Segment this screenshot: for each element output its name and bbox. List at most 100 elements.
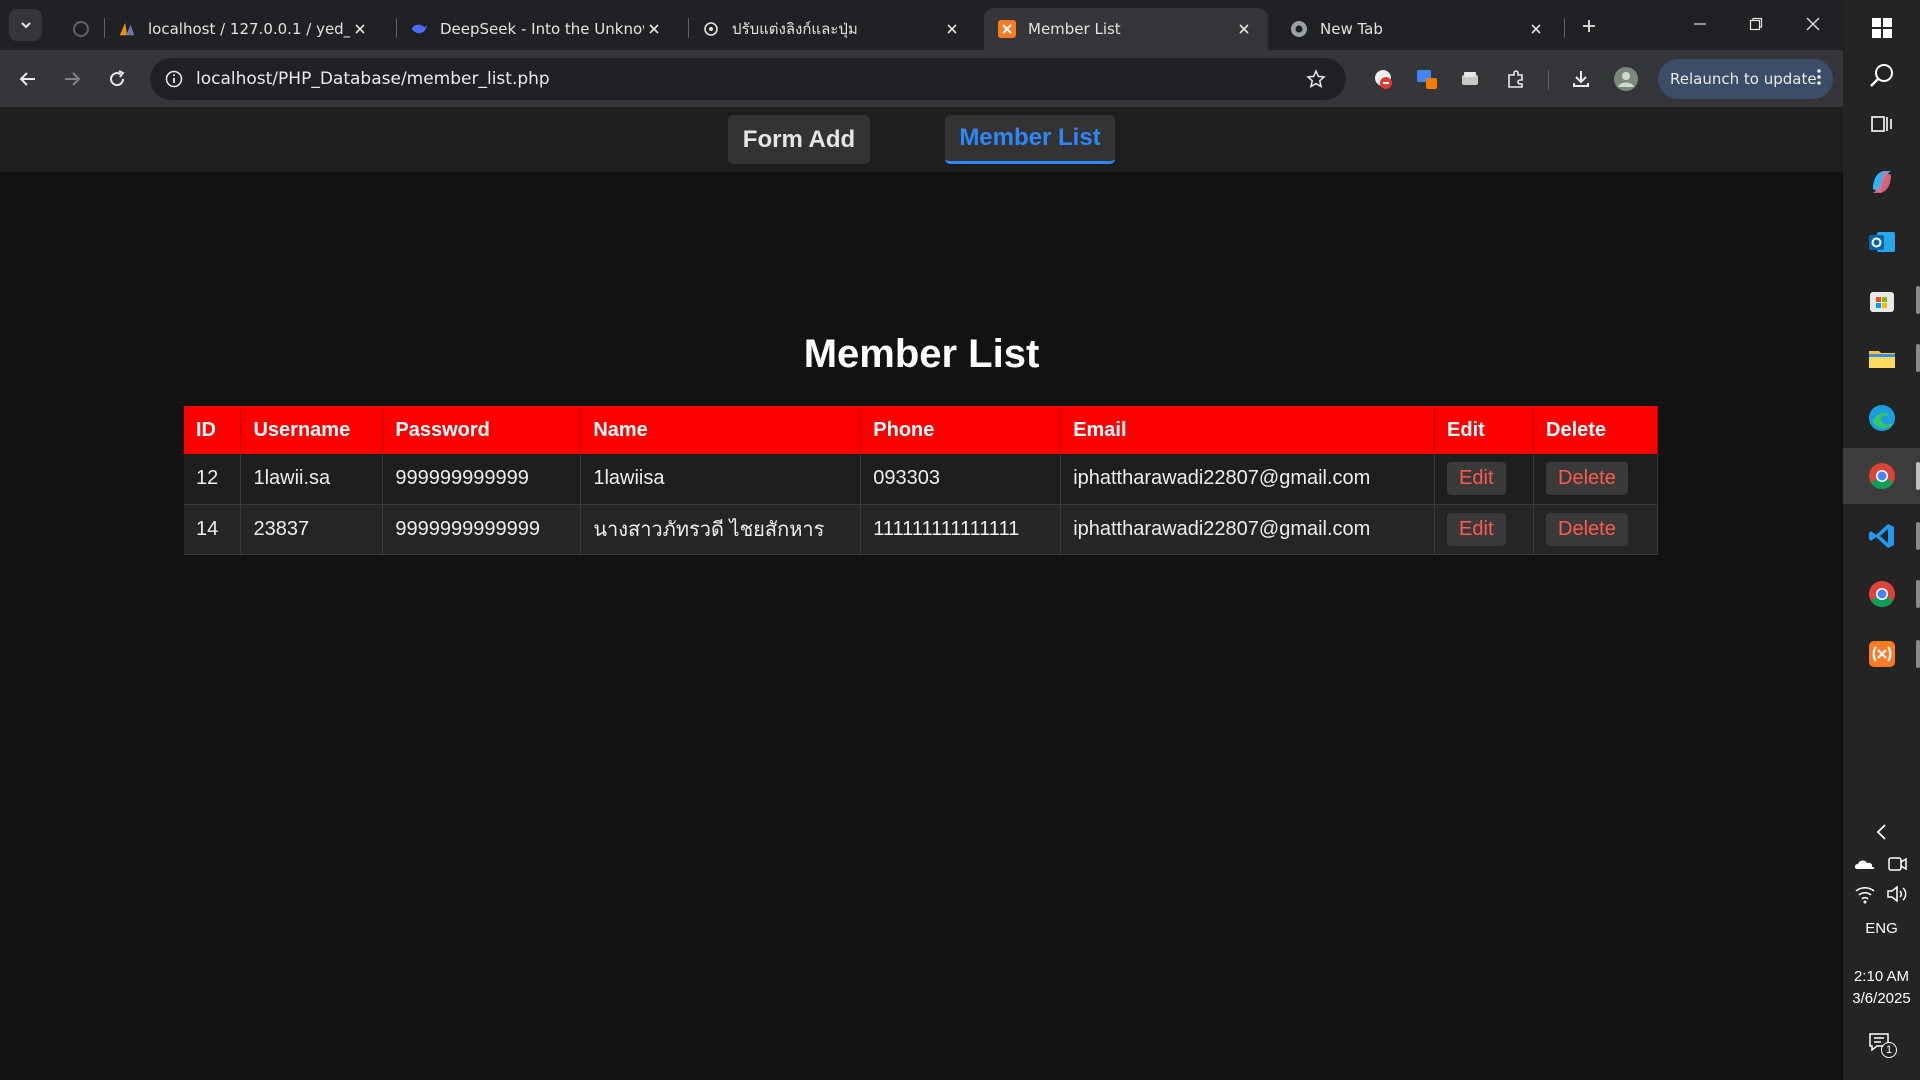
taskbar-file-explorer[interactable]	[1843, 330, 1920, 386]
taskbar-microsoft-store[interactable]	[1843, 272, 1920, 328]
cell-password: 999999999999	[382, 454, 582, 505]
cell-password: 9999999999999	[382, 504, 582, 555]
cell-id: 14	[184, 504, 242, 555]
cell-phone: 111111111111111	[860, 504, 1062, 555]
cell-delete: Delete	[1533, 454, 1658, 505]
taskbar-vscode[interactable]	[1843, 508, 1920, 564]
cell-email: iphattharawadi22807@gmail.com	[1060, 504, 1436, 555]
clock-time[interactable]: 2:10 AM	[1843, 968, 1920, 985]
running-indicator	[1916, 580, 1920, 608]
extensions-puzzle-icon[interactable]	[1501, 64, 1531, 94]
chrome-icon	[1868, 581, 1895, 608]
onedrive-icon[interactable]	[1853, 852, 1877, 876]
cell-edit: Edit	[1434, 504, 1534, 555]
taskbar-chrome-active[interactable]	[1843, 448, 1920, 504]
tab-member-list[interactable]: Member List	[984, 8, 1268, 50]
taskbar-edge[interactable]	[1843, 390, 1920, 446]
task-view-icon	[1870, 116, 1892, 132]
tab-search-button[interactable]	[9, 9, 42, 41]
task-view-button[interactable]	[1843, 96, 1920, 152]
cell-username: 23837	[240, 504, 384, 555]
table-row: 14 23837 9999999999999 นางสาวภัทรวดี ไชย…	[184, 504, 1658, 555]
wifi-icon[interactable]	[1853, 882, 1877, 906]
minimize-button[interactable]	[1680, 8, 1720, 40]
url-text[interactable]: localhost/PHP_Database/member_list.php	[196, 69, 1304, 89]
new-tab-button[interactable]	[1575, 12, 1603, 40]
extension-notifier-icon[interactable]	[1369, 64, 1399, 94]
delete-button[interactable]: Delete	[1546, 512, 1628, 546]
notification-count-badge: 1	[1881, 1042, 1897, 1058]
taskbar-xampp[interactable]	[1843, 626, 1920, 682]
meet-now-icon[interactable]	[1885, 852, 1909, 876]
cell-phone: 093303	[860, 454, 1062, 505]
arrow-left-icon	[19, 72, 35, 86]
notification-center-button[interactable]: 1	[1867, 1030, 1899, 1062]
chevron-left-icon	[1876, 824, 1886, 840]
back-button[interactable]	[12, 63, 44, 95]
arrow-right-icon	[65, 72, 81, 86]
running-indicator	[1916, 640, 1920, 668]
store-icon	[1869, 292, 1894, 312]
close-icon[interactable]	[942, 19, 962, 39]
header-phone: Phone	[860, 406, 1062, 454]
site-info-icon[interactable]	[164, 69, 184, 89]
reload-button[interactable]	[101, 63, 133, 95]
cell-name: นางสาวภัทรวดี ไชยสักหาร	[580, 504, 862, 555]
running-indicator	[1916, 522, 1920, 550]
taskbar-chrome-2[interactable]	[1843, 566, 1920, 622]
running-indicator	[1916, 286, 1920, 314]
close-window-button[interactable]	[1793, 8, 1833, 40]
edit-button[interactable]: Edit	[1447, 512, 1506, 546]
header-username: Username	[240, 406, 384, 454]
forward-button[interactable]	[56, 63, 88, 95]
xampp-icon	[1868, 641, 1895, 667]
close-icon[interactable]	[1526, 19, 1546, 39]
chatgpt-icon	[702, 20, 720, 38]
tab-title: localhost / 127.0.0.1 / yed_mae	[148, 20, 350, 38]
browser-window: localhost / 127.0.0.1 / yed_mae DeepSeek…	[0, 0, 1843, 1080]
copilot-icon	[1872, 171, 1891, 193]
downloads-icon[interactable]	[1566, 64, 1596, 94]
tab-loading[interactable]	[58, 8, 98, 50]
edit-button[interactable]: Edit	[1447, 462, 1506, 496]
tab-deepseek[interactable]: DeepSeek - Into the Unknown	[396, 8, 678, 50]
taskbar-outlook[interactable]	[1843, 214, 1920, 270]
vscode-icon	[1868, 524, 1894, 548]
cell-username: 1lawii.sa	[240, 454, 384, 505]
cell-delete: Delete	[1533, 504, 1658, 555]
cell-edit: Edit	[1434, 454, 1534, 505]
header-name: Name	[580, 406, 862, 454]
search-icon	[1869, 64, 1893, 87]
nav-form-add-link[interactable]: Form Add	[728, 115, 870, 164]
loading-icon	[72, 20, 90, 38]
toolbar-divider	[1548, 70, 1549, 90]
delete-button[interactable]: Delete	[1546, 462, 1628, 496]
close-icon[interactable]	[1234, 19, 1254, 39]
more-vert-icon[interactable]	[1817, 69, 1821, 89]
tab-new-tab[interactable]: New Tab	[1276, 8, 1560, 50]
clock-date[interactable]: 3/6/2025	[1843, 990, 1920, 1007]
xampp-icon	[998, 20, 1016, 38]
tab-chatgpt[interactable]: ปรับแต่งลิงก์และปุ่ม	[688, 8, 976, 50]
extension-translate-icon[interactable]	[1413, 64, 1443, 94]
tab-title: ปรับแต่งลิงก์และปุ่ม	[732, 20, 858, 38]
deepseek-icon	[410, 20, 428, 38]
address-bar[interactable]: localhost/PHP_Database/member_list.php	[150, 58, 1346, 100]
extension-ticket-icon[interactable]	[1455, 64, 1485, 94]
close-icon[interactable]	[350, 19, 370, 39]
close-icon[interactable]	[644, 19, 664, 39]
volume-icon[interactable]	[1885, 882, 1909, 906]
browser-toolbar: localhost/PHP_Database/member_list.php R…	[0, 50, 1843, 108]
page-content: Form Add Member List Member List ID User…	[0, 108, 1843, 1080]
header-edit: Edit	[1434, 406, 1534, 454]
relaunch-to-update-button[interactable]: Relaunch to update	[1658, 59, 1833, 99]
tab-phpmyadmin[interactable]: localhost / 127.0.0.1 / yed_mae	[104, 8, 384, 50]
nav-member-list-link[interactable]: Member List	[945, 115, 1115, 164]
bookmark-star-icon[interactable]	[1304, 67, 1328, 91]
language-indicator[interactable]: ENG	[1843, 920, 1920, 937]
profile-avatar[interactable]	[1611, 64, 1641, 94]
restore-button[interactable]	[1736, 8, 1776, 40]
header-password: Password	[382, 406, 582, 454]
restore-icon	[1749, 17, 1763, 31]
taskbar-copilot[interactable]	[1843, 154, 1920, 210]
